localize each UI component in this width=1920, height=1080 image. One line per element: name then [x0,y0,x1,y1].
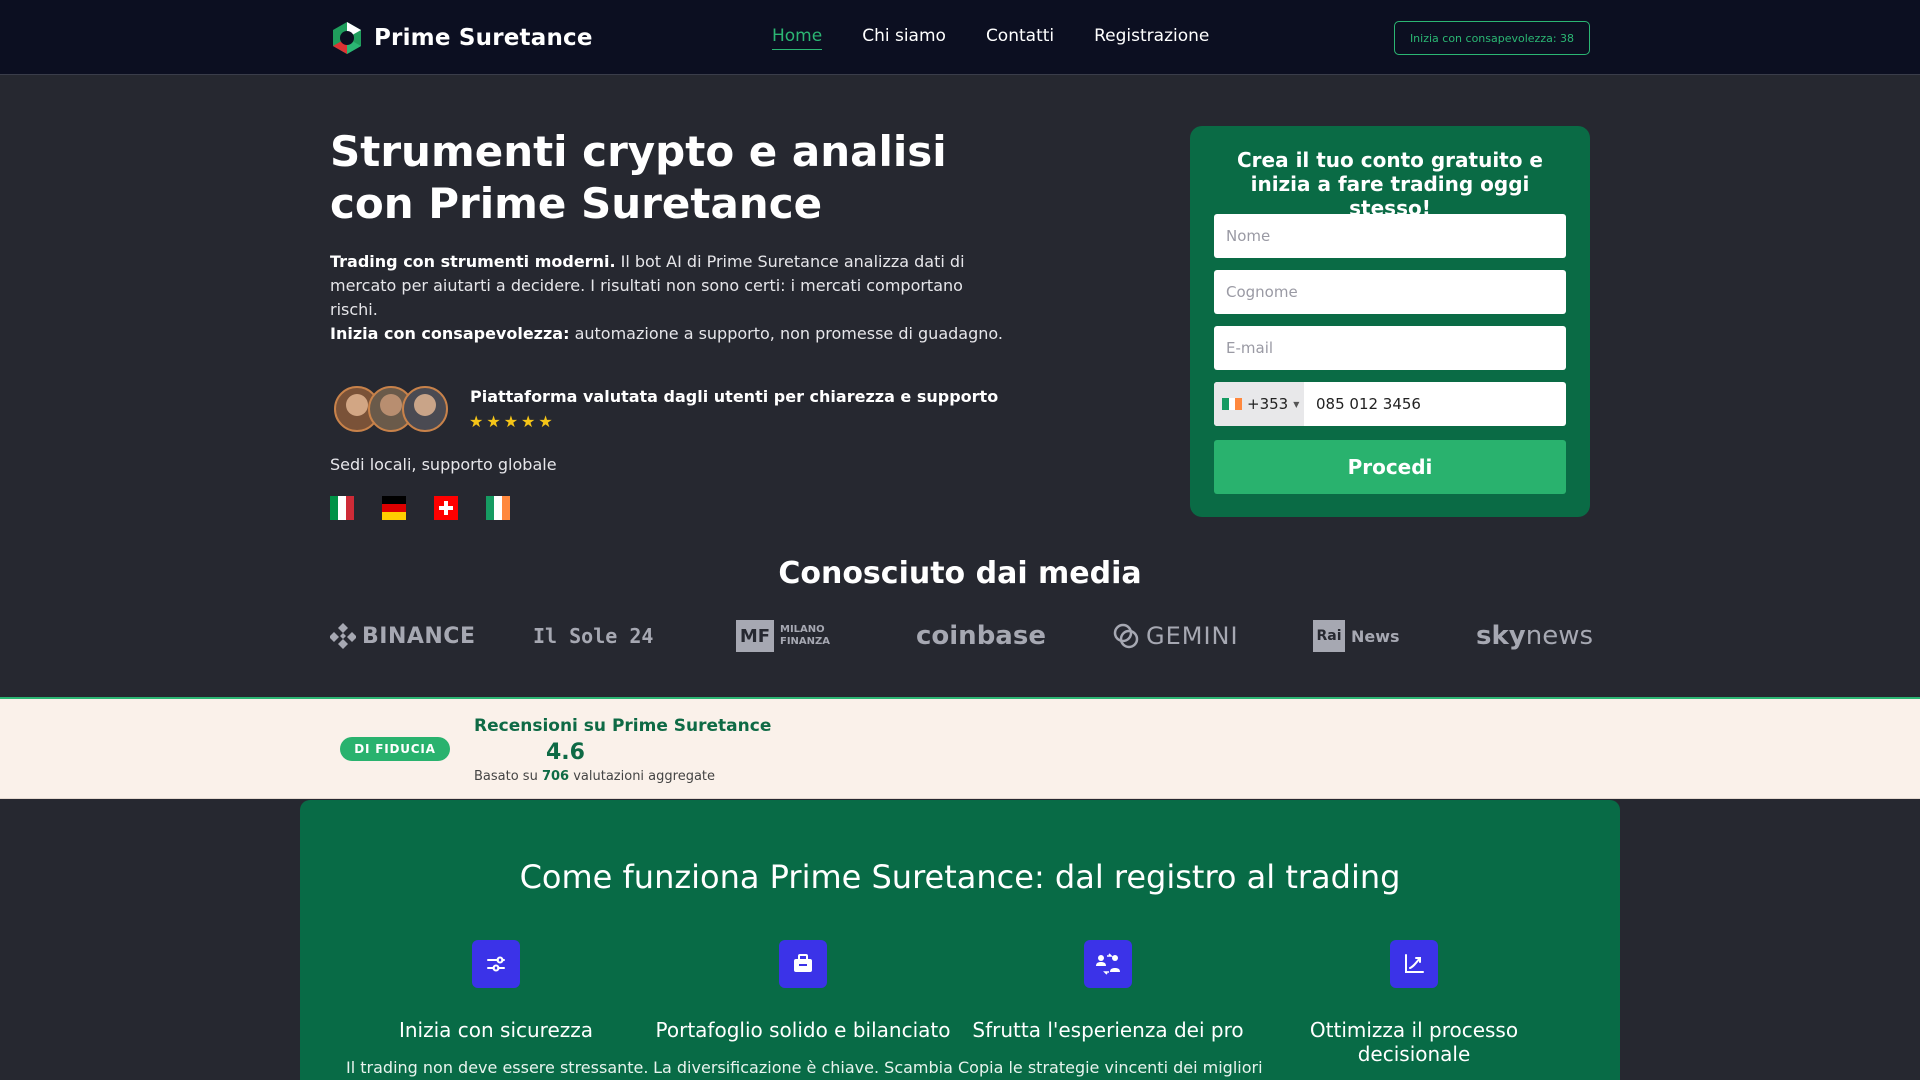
first-name-field[interactable] [1214,214,1566,258]
gemini-text: GEMINI [1146,622,1239,650]
hero-title: Strumenti crypto e analisi con Prime Sur… [330,127,947,228]
platform-rating-text: Piattaforma valutata dagli utenti per ch… [470,387,999,406]
submit-button[interactable]: Procedi [1214,440,1566,494]
star-icon: ★ [503,412,519,431]
signup-form: Crea il tuo conto gratuito e inizia a fa… [1190,126,1590,517]
sole24-logo: Il Sole 24 [533,614,653,658]
hero-p2-bold: Inizia con consapevolezza: [330,324,570,343]
switzerland-flag-icon [434,496,458,520]
nav-chi-siamo[interactable]: Chi siamo [862,26,946,50]
nav-registrazione[interactable]: Registrazione [1094,26,1209,50]
mf-line1: MILANO [780,624,825,635]
brand-logo[interactable]: Prime Suretance [330,21,593,55]
trust-badge: DI FIDUCIA [340,737,450,761]
star-icon: ★ [486,412,501,431]
media-logos: BINANCE Il Sole 24 MF MILANO FINANZA coin… [330,614,1593,658]
step-title: Ottimizza il processo decisionale [1309,1018,1519,1066]
coinbase-logo: coinbase [916,614,1046,658]
step-title: Sfrutta l'esperienza dei pro [972,1018,1244,1042]
step-title: Inizia con sicurezza [398,1018,594,1042]
gemini-icon [1113,623,1139,649]
binance-logo: BINANCE [330,614,475,658]
hero-paragraph-2: Inizia con consapevolezza: automazione a… [330,322,1010,346]
sky-news-logo: skynews [1476,614,1593,658]
step-card: Portafoglio solido e bilanciato La diver… [653,940,953,1077]
main-nav: Home Chi siamo Contatti Registrazione [772,26,1209,50]
chart-growth-icon [1390,940,1438,988]
italy-flag-icon [330,496,354,520]
country-code-select[interactable]: +353 ▼ [1214,382,1304,426]
rai-box: Rai [1313,620,1345,652]
how-it-works-title: Come funziona Prime Suretance: dal regis… [519,858,1401,896]
phone-field[interactable] [1304,382,1566,426]
ireland-flag-icon [486,496,510,520]
step-card: Sfrutta l'esperienza dei pro Copia le st… [958,940,1263,1077]
sliders-icon [472,940,520,988]
mf-box: MF [736,620,774,652]
milano-finanza-logo: MF MILANO FINANZA [736,614,830,658]
media-section-title: Conosciuto dai media [778,556,1142,591]
brand-name: Prime Suretance [374,25,593,51]
nav-home[interactable]: Home [772,26,823,50]
header-cta-button[interactable]: Inizia con consapevolezza: 38 [1394,21,1590,55]
user-avatars [334,386,448,432]
gemini-logo: GEMINI [1112,614,1239,658]
ireland-flag-icon [1222,398,1243,410]
step-description: Copia le strategie vincenti dei migliori [958,1058,1263,1077]
nav-contatti[interactable]: Contatti [986,26,1054,50]
mf-line2: FINANZA [780,636,831,647]
step-card: Inizia con sicurezza Il trading non deve… [346,940,649,1077]
last-name-field[interactable] [1214,270,1566,314]
binance-icon [330,623,356,649]
avatar [402,386,448,432]
step-title: Portafoglio solido e bilanciato [655,1018,951,1042]
coinbase-text: coinbase [916,621,1046,651]
briefcase-icon [779,940,827,988]
country-code-value: +353 [1247,395,1289,413]
reviews-strip: DI FIDUCIA Recensioni su Prime Suretance… [0,697,1920,799]
step-description: Il trading non deve essere stressante. [346,1058,649,1077]
site-header: Prime Suretance Home Chi siamo Contatti … [0,0,1920,75]
star-icon: ★ [538,412,553,431]
sky-bold: sky [1476,621,1526,651]
logo-icon [333,22,361,54]
sedi-text: Sedi locali, supporto globale [330,455,557,474]
email-field[interactable] [1214,326,1566,370]
sky-text: news [1525,621,1594,651]
step-description: La diversificazione è chiave. Scambia [653,1058,953,1077]
reviews-basis: Basato su 706 valutazioni aggregate [474,769,715,784]
chevron-down-icon: ▼ [1293,399,1300,409]
star-icon: ★ [469,412,484,431]
hero-paragraph-1: Trading con strumenti moderni. Il bot AI… [330,250,1010,322]
users-exchange-icon [1084,940,1132,988]
star-icon: ★ [521,412,536,431]
hero-p1-bold: Trading con strumenti moderni. [330,252,616,271]
step-card: Ottimizza il processo decisionale [1264,940,1564,1080]
rating-stars: ★ ★ ★ ★ ★ [469,414,553,430]
how-it-works-section: Come funziona Prime Suretance: dal regis… [300,800,1620,1080]
country-flags [330,496,510,520]
germany-flag-icon [382,496,406,520]
reviews-count: 706 [541,769,570,784]
rai-news-text: News [1351,626,1400,646]
sole24-text: Il Sole 24 [533,624,654,648]
rai-news-logo: Rai News [1313,614,1400,658]
reviews-basis-suffix: valutazioni aggregate [569,769,716,784]
reviews-basis-prefix: Basato su [474,769,542,784]
reviews-score: 4.6 [546,740,585,765]
phone-field-group: +353 ▼ [1214,382,1566,426]
reviews-title: Recensioni su Prime Suretance [474,716,772,736]
hero-p2-text: automazione a supporto, non promesse di … [569,324,1003,343]
form-title: Crea il tuo conto gratuito e inizia a fa… [1237,148,1543,220]
binance-text: BINANCE [362,623,476,649]
